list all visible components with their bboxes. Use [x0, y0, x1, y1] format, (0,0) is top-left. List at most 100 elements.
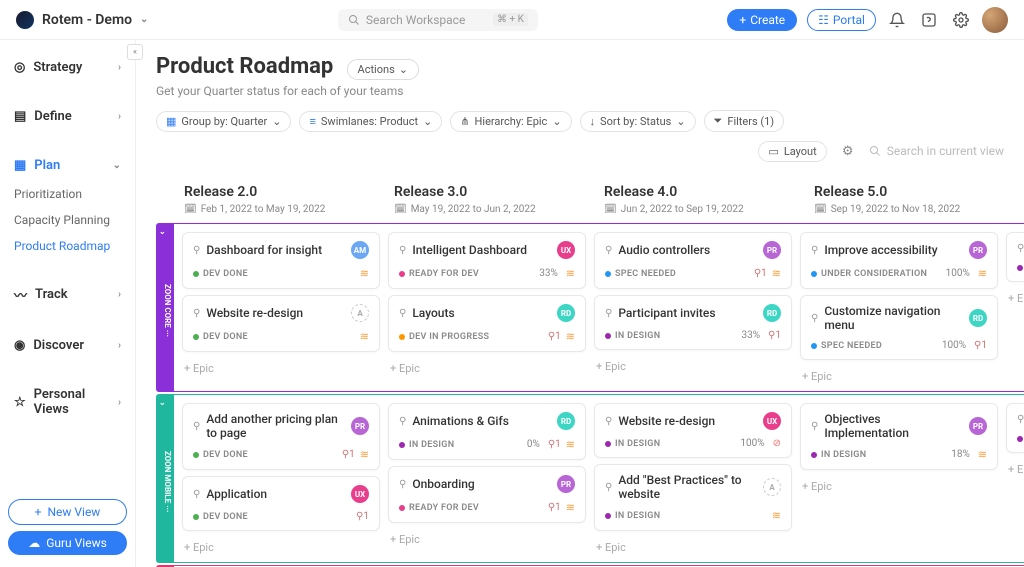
add-epic-button[interactable]: + Epic: [388, 529, 586, 550]
epic-card[interactable]: ⚲ Dashboard for insight AM DEV DONE ≋: [182, 232, 380, 289]
add-epic-button[interactable]: + Epic: [594, 537, 792, 558]
warning-icon: ⊘: [773, 438, 781, 449]
people-icon: ⚲1: [356, 511, 369, 522]
create-button[interactable]: + Create: [727, 9, 797, 31]
create-label: Create: [750, 13, 785, 27]
epic-card[interactable]: ⚲ Onboarding PR READY FOR DEV ⚲1≋: [388, 466, 586, 523]
chevron-down-icon: ⌄: [113, 160, 121, 171]
epic-card[interactable]: ⚲ Website re-design A DEV DONE ≋: [182, 295, 380, 352]
lane-column: ⚲ V IN + Epic: [1002, 232, 1024, 387]
add-epic-button[interactable]: + Epic: [594, 356, 792, 377]
avatar[interactable]: [982, 7, 1008, 33]
swimlane-body: ⚲ Add another pricing plan to page PR DE…: [172, 394, 1024, 563]
add-epic-button[interactable]: + Epic: [1006, 459, 1024, 480]
sidebar-item-discover[interactable]: ◉ Discover ›: [8, 330, 127, 361]
status-text: DEV IN PROGRESS: [409, 332, 489, 342]
notifications-icon[interactable]: [886, 9, 908, 31]
portal-button[interactable]: ☷ Portal: [807, 9, 876, 31]
sidebar-sub-capacity[interactable]: Capacity Planning: [8, 207, 127, 233]
customize-icon[interactable]: ⚙: [837, 140, 859, 162]
layout-button[interactable]: ▭Layout: [758, 141, 826, 162]
add-epic-button[interactable]: + Epic: [182, 358, 380, 379]
status-text: READY FOR DEV: [409, 269, 479, 279]
epic-card[interactable]: ⚲ Animations & Gifs RD IN DESIGN 0%⚲1≋: [388, 403, 586, 460]
sidebar-sub-prioritization[interactable]: Prioritization: [8, 181, 127, 207]
status-text: DEV DONE: [203, 512, 248, 522]
group-by-chip[interactable]: ▦Group by: Quarter⌄: [156, 111, 291, 132]
help-icon[interactable]: [918, 9, 940, 31]
epic-card[interactable]: ⚲ Add another pricing plan to page PR DE…: [182, 403, 380, 470]
release-dates: 🗓Feb 1, 2022 to May 19, 2022: [184, 204, 370, 215]
sidebar-item-track[interactable]: 〰 Track ›: [8, 277, 127, 312]
plan-icon: ▦: [14, 158, 26, 173]
epic-card[interactable]: ⚲ Customize navigation menu RD SPEC NEED…: [800, 295, 998, 360]
sidebar-item-plan[interactable]: ▦ Plan ⌄: [8, 150, 127, 181]
filters-chip[interactable]: ⏷Filters (1): [704, 110, 785, 132]
lane-column: ⚲ Dashboard for insight AM DEV DONE ≋ ⚲ …: [178, 232, 384, 387]
chevron-down-icon: ⌄: [676, 115, 685, 128]
priority-icon: ≋: [772, 267, 781, 280]
calendar-icon: 🗓: [604, 204, 617, 215]
add-epic-button[interactable]: + Epic: [800, 366, 998, 387]
status-dot-icon: [605, 333, 611, 339]
epic-icon: ⚲: [605, 482, 612, 493]
workspace-dot-icon: [16, 11, 34, 29]
add-epic-button[interactable]: + Epic: [182, 537, 380, 558]
epic-card[interactable]: ⚲ M IN: [1006, 403, 1024, 453]
epic-card[interactable]: ⚲ Participant invites RD IN DESIGN 33%⚲1: [594, 295, 792, 350]
actions-menu[interactable]: Actions ⌄: [347, 59, 419, 80]
sidebar-item-personal-views[interactable]: ☆ Personal Views ›: [8, 379, 127, 425]
status-dot-icon: [1017, 436, 1023, 442]
people-icon: ⚲1: [342, 449, 355, 460]
search-workspace[interactable]: Search Workspace ⌘ + K: [338, 9, 538, 31]
calendar-icon: 🗓: [394, 204, 407, 215]
swimlane-tab[interactable]: ⌄ZOON MOBILE ···: [156, 394, 172, 563]
epic-card[interactable]: ⚲ Audio controllers PR SPEC NEEDED ⚲1≋: [594, 232, 792, 289]
epic-card[interactable]: ⚲ Add "Best Practices" to website A IN D…: [594, 464, 792, 531]
epic-icon: ⚲: [193, 245, 200, 256]
chip-label: Sort by: Status: [600, 115, 671, 128]
add-epic-button[interactable]: + Epic: [388, 358, 586, 379]
progress-pct: 100%: [740, 438, 764, 449]
chip-label: Swimlanes: Product: [321, 115, 418, 128]
epic-card[interactable]: ⚲ Application UX DEV DONE ⚲1: [182, 476, 380, 531]
search-in-view[interactable]: Search in current view: [869, 144, 1004, 158]
settings-icon[interactable]: [950, 9, 972, 31]
epic-card[interactable]: ⚲ Objectives Implementation PR IN DESIGN…: [800, 403, 998, 470]
epic-card[interactable]: ⚲ Layouts RD DEV IN PROGRESS ⚲1≋: [388, 295, 586, 352]
add-epic-button[interactable]: + Epic: [1006, 288, 1024, 309]
hierarchy-chip[interactable]: ⋔Hierarchy: Epic⌄: [450, 111, 571, 132]
guru-views-button[interactable]: ☁ Guru Views: [8, 531, 127, 555]
epic-card[interactable]: ⚲ V IN: [1006, 232, 1024, 282]
swimlanes-chip[interactable]: ≡Swimlanes: Product⌄: [299, 111, 442, 132]
swimlane-tab[interactable]: ⌄ZOON CORE ···: [156, 223, 172, 392]
swimlane: ⌄ZOON MOBILE ··· ⚲ Add another pricing p…: [156, 394, 1024, 563]
add-epic-button[interactable]: + Epic: [800, 476, 998, 497]
card-title: Website re-design: [206, 306, 345, 320]
epic-card[interactable]: ⚲ Intelligent Dashboard UX READY FOR DEV…: [388, 232, 586, 289]
sidebar-item-strategy[interactable]: ◎ Strategy ›: [8, 52, 127, 83]
epic-card[interactable]: ⚲ Improve accessibility PR UNDER CONSIDE…: [800, 232, 998, 289]
chevron-right-icon: ›: [118, 397, 121, 408]
assignee-badge: PR: [969, 417, 987, 435]
status-text: DEV DONE: [203, 332, 248, 342]
new-view-button[interactable]: + New View: [8, 499, 127, 525]
assignee-badge: RD: [557, 304, 575, 322]
status-dot-icon: [399, 271, 405, 277]
sidebar-item-define[interactable]: ▤ Define ›: [8, 101, 127, 132]
sidebar-sub-roadmap[interactable]: Product Roadmap: [8, 233, 127, 259]
collapse-sidebar-icon[interactable]: «: [127, 44, 143, 60]
track-icon: 〰: [14, 285, 27, 304]
assignee-badge: UX: [351, 485, 369, 503]
epic-icon: ⚲: [193, 421, 200, 432]
card-title: Add another pricing plan to page: [206, 412, 345, 440]
plus-icon: +: [739, 13, 746, 27]
priority-icon: ≋: [566, 330, 575, 343]
sort-by-chip[interactable]: ↓Sort by: Status⌄: [580, 111, 696, 132]
top-actions: + Create ☷ Portal: [727, 7, 1008, 33]
workspace-name: Rotem - Demo: [42, 12, 132, 28]
card-title: Intelligent Dashboard: [412, 243, 551, 257]
workspace-switcher[interactable]: Rotem - Demo ⌄: [16, 11, 148, 29]
layout-icon: ▭: [768, 145, 778, 158]
epic-card[interactable]: ⚲ Website re-design UX IN DESIGN 100%⊘: [594, 403, 792, 458]
